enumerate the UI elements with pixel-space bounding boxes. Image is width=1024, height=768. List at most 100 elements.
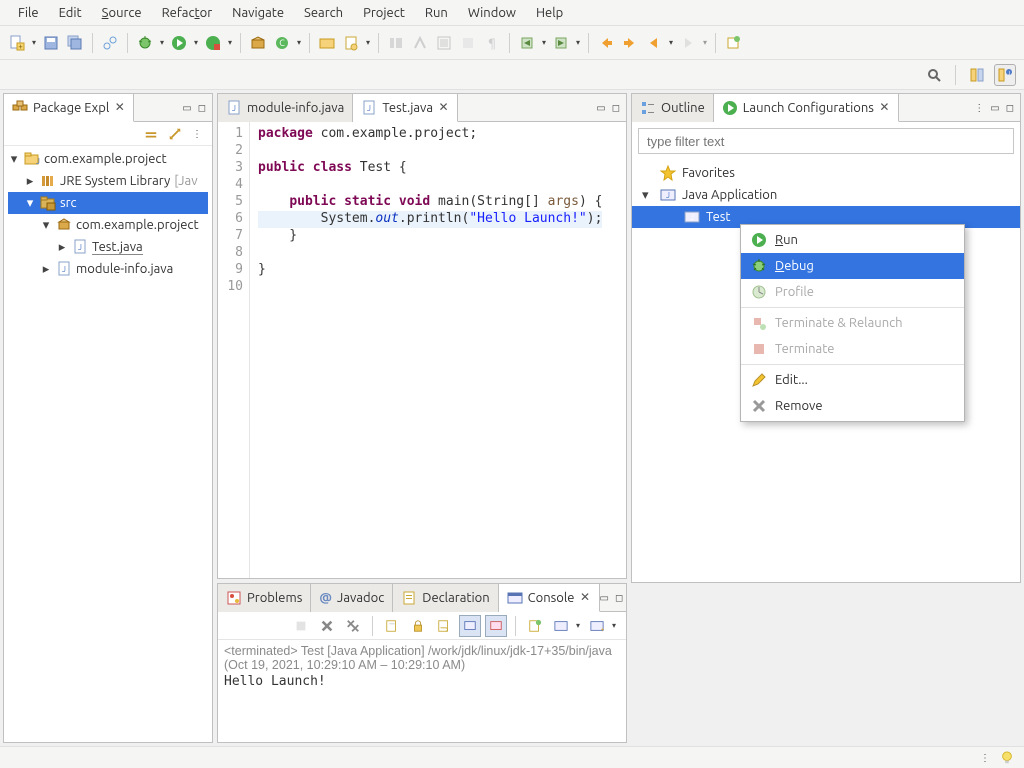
minimize-icon[interactable]: ▭: [182, 102, 191, 114]
editor-tab-test[interactable]: J Test.java ✕: [353, 94, 458, 122]
save-button[interactable]: [40, 32, 62, 54]
minimize-icon[interactable]: ▭: [990, 102, 999, 114]
minimize-icon[interactable]: ▭: [596, 102, 605, 114]
tab-declaration[interactable]: Declaration: [393, 584, 498, 612]
mark-occurrences-button[interactable]: [409, 32, 431, 54]
menu-edit[interactable]: Edit: [49, 2, 92, 24]
close-icon[interactable]: ✕: [114, 102, 125, 113]
open-type-button[interactable]: [316, 32, 338, 54]
new-package-button[interactable]: [247, 32, 269, 54]
annotation-next-button[interactable]: [550, 32, 572, 54]
coverage-button[interactable]: [202, 32, 224, 54]
menu-help[interactable]: Help: [526, 2, 573, 24]
maximize-icon[interactable]: ◻: [615, 592, 623, 604]
paragraph-button[interactable]: ¶: [481, 32, 503, 54]
launch-filter-input[interactable]: [638, 128, 1014, 154]
maximize-icon[interactable]: ◻: [198, 102, 206, 114]
package-icon: [12, 100, 28, 116]
view-menu-icon[interactable]: ⋮: [192, 128, 202, 140]
remove-icon: [751, 398, 767, 414]
menu-search[interactable]: Search: [294, 2, 353, 24]
menu-refactor[interactable]: Refactor: [152, 2, 223, 24]
view-menu-icon[interactable]: ⋮: [974, 102, 984, 114]
maximize-icon[interactable]: ◻: [1006, 102, 1014, 114]
ctx-remove[interactable]: Remove: [741, 393, 964, 419]
run-button[interactable]: [168, 32, 190, 54]
java-app-icon: J: [660, 187, 676, 203]
debug-button[interactable]: [134, 32, 156, 54]
package-node-icon: [56, 217, 72, 233]
menu-project[interactable]: Project: [353, 2, 415, 24]
link-editor-icon[interactable]: [168, 127, 182, 141]
svg-text:+: +: [18, 42, 23, 51]
show-on-stdout-icon[interactable]: [459, 615, 481, 637]
tree-file-module[interactable]: ▸ J module-info.java: [8, 258, 208, 280]
word-wrap-icon[interactable]: [433, 615, 455, 637]
remove-launch-icon[interactable]: [316, 615, 338, 637]
svg-text:J: J: [367, 104, 371, 113]
editor-body[interactable]: 1 2 3 4 5 6 7 8 9 10 package com.example…: [218, 122, 626, 578]
link-button[interactable]: [99, 32, 121, 54]
console-body[interactable]: <terminated> Test [Java Application] /wo…: [218, 640, 626, 693]
menu-source[interactable]: Source: [92, 2, 152, 24]
package-explorer-tree: ▾ J com.example.project ▸ JRE System Lib…: [4, 146, 212, 282]
tree-src[interactable]: ▾ src: [8, 192, 208, 214]
package-explorer-tab[interactable]: Package Expl ✕: [4, 94, 134, 122]
minimize-icon[interactable]: ▭: [600, 592, 609, 604]
tree-project[interactable]: ▾ J com.example.project: [8, 148, 208, 170]
open-console-icon[interactable]: +: [586, 615, 608, 637]
relaunch-icon: [751, 315, 767, 331]
search-btn[interactable]: [340, 32, 362, 54]
tree-file-test[interactable]: ▸ J Test.java: [8, 236, 208, 258]
maximize-icon[interactable]: ◻: [612, 102, 620, 114]
menu-window[interactable]: Window: [458, 2, 526, 24]
new-class-button[interactable]: C: [271, 32, 293, 54]
tree-jre[interactable]: ▸ JRE System Library [Jav: [8, 170, 208, 192]
annotation-prev-button[interactable]: [516, 32, 538, 54]
scroll-lock-icon[interactable]: [407, 615, 429, 637]
code-area[interactable]: package com.example.project; public clas…: [250, 122, 602, 578]
search-icon[interactable]: [923, 64, 945, 86]
launch-java-app[interactable]: ▾ J Java Application: [632, 184, 1020, 206]
toggle-breadcrumb-button[interactable]: [385, 32, 407, 54]
ctx-debug[interactable]: Debug: [741, 253, 964, 279]
show-whitespace-button[interactable]: [457, 32, 479, 54]
close-icon[interactable]: ✕: [879, 102, 890, 113]
tab-outline[interactable]: Outline: [632, 94, 714, 122]
close-icon[interactable]: ✕: [580, 592, 591, 603]
console-output: Hello Launch!: [224, 674, 620, 689]
show-on-stderr-icon[interactable]: [485, 615, 507, 637]
collapse-all-icon[interactable]: [144, 127, 158, 141]
launch-favorites[interactable]: Favorites: [632, 162, 1020, 184]
remove-all-icon[interactable]: [342, 615, 364, 637]
open-perspective-button[interactable]: [966, 64, 988, 86]
tree-package[interactable]: ▾ com.example.project: [8, 214, 208, 236]
ctx-run[interactable]: Run: [741, 227, 964, 253]
forward-button[interactable]: [677, 32, 699, 54]
java-file-icon: J: [56, 261, 72, 277]
new-button[interactable]: +: [6, 32, 28, 54]
terminate-icon[interactable]: [290, 615, 312, 637]
back-button[interactable]: [643, 32, 665, 54]
tip-icon[interactable]: [1000, 751, 1014, 765]
ctx-edit[interactable]: Edit...: [741, 367, 964, 393]
menu-file[interactable]: File: [8, 2, 49, 24]
status-handle-icon[interactable]: ⋮: [980, 752, 990, 764]
fwd-edit-button[interactable]: [619, 32, 641, 54]
pin-editor-button[interactable]: [722, 32, 744, 54]
tab-launch-configurations[interactable]: Launch Configurations ✕: [714, 94, 899, 122]
tab-console[interactable]: Console ✕: [499, 584, 600, 612]
tab-javadoc[interactable]: @ Javadoc: [311, 584, 393, 612]
block-select-button[interactable]: [433, 32, 455, 54]
menu-navigate[interactable]: Navigate: [222, 2, 294, 24]
clear-console-icon[interactable]: [381, 615, 403, 637]
last-edit-button[interactable]: [595, 32, 617, 54]
save-all-button[interactable]: [64, 32, 86, 54]
pin-console-icon[interactable]: [524, 615, 546, 637]
close-icon[interactable]: ✕: [438, 102, 449, 113]
display-console-icon[interactable]: [550, 615, 572, 637]
menu-run[interactable]: Run: [415, 2, 458, 24]
java-perspective-button[interactable]: J: [994, 64, 1016, 86]
editor-tab-module[interactable]: J module-info.java: [218, 94, 353, 122]
tab-problems[interactable]: Problems: [218, 584, 311, 612]
